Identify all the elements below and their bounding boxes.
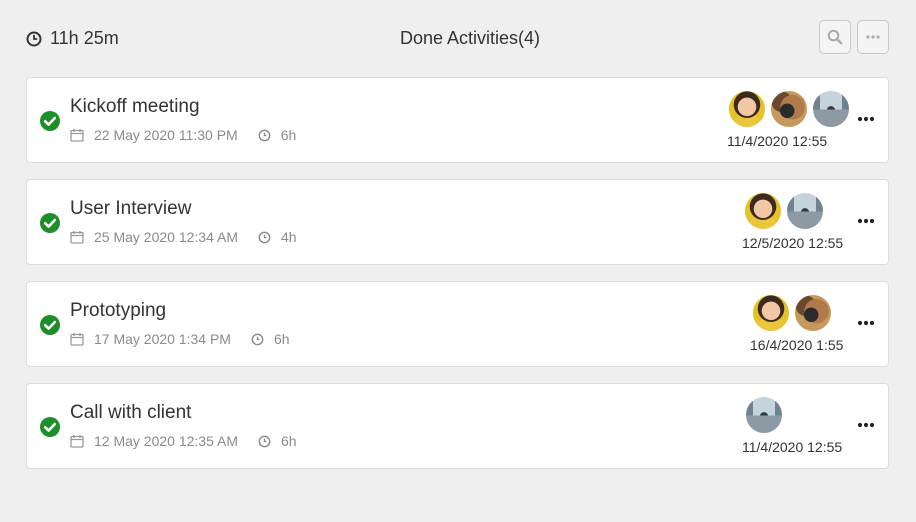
activity-updated: 16/4/2020 1:55 bbox=[750, 337, 844, 353]
activity-date: 25 May 2020 12:34 AM bbox=[94, 229, 238, 245]
activity-date: 17 May 2020 1:34 PM bbox=[94, 331, 231, 347]
assignee-avatars bbox=[745, 396, 783, 434]
avatar[interactable] bbox=[745, 396, 783, 434]
check-circle-icon bbox=[40, 315, 60, 335]
more-dots-icon bbox=[866, 35, 880, 39]
activity-date: 12 May 2020 12:35 AM bbox=[94, 433, 238, 449]
activity-title: User Interview bbox=[70, 198, 192, 219]
activity-meta: 12 May 2020 12:35 AM 6h bbox=[70, 433, 297, 449]
assignee-avatars bbox=[752, 294, 832, 332]
activity-title: Prototyping bbox=[70, 300, 167, 321]
avatar[interactable] bbox=[752, 294, 790, 332]
header-more-button[interactable] bbox=[857, 20, 889, 54]
activity-duration: 6h bbox=[280, 127, 297, 143]
check-circle-icon bbox=[40, 417, 60, 437]
header: 11h 25m Done Activities(4) bbox=[0, 0, 916, 78]
activity-list: Kickoff meeting 22 May 2020 11:30 PM 6h … bbox=[26, 77, 889, 485]
clock-icon bbox=[258, 231, 271, 243]
more-dots-icon[interactable] bbox=[856, 216, 876, 226]
activity-updated: 12/5/2020 12:55 bbox=[742, 235, 844, 251]
avatar[interactable] bbox=[744, 192, 782, 230]
assignee-avatars bbox=[728, 90, 850, 128]
avatar[interactable] bbox=[770, 90, 808, 128]
activity-card[interactable]: User Interview 25 May 2020 12:34 AM 4h 1… bbox=[26, 179, 889, 265]
calendar-icon bbox=[70, 435, 84, 448]
activity-title: Kickoff meeting bbox=[70, 96, 200, 117]
more-dots-icon[interactable] bbox=[856, 420, 876, 430]
clock-icon bbox=[258, 129, 271, 141]
search-icon bbox=[827, 29, 843, 45]
check-circle-icon bbox=[40, 213, 60, 233]
activity-updated: 11/4/2020 12:55 bbox=[742, 439, 843, 455]
more-dots-icon[interactable] bbox=[856, 318, 876, 328]
activity-meta: 17 May 2020 1:34 PM 6h bbox=[70, 331, 290, 347]
clock-icon bbox=[251, 333, 264, 345]
check-circle-icon bbox=[40, 111, 60, 131]
search-button[interactable] bbox=[819, 20, 851, 54]
avatar[interactable] bbox=[794, 294, 832, 332]
avatar[interactable] bbox=[812, 90, 850, 128]
assignee-avatars bbox=[744, 192, 824, 230]
activity-updated: 11/4/2020 12:55 bbox=[727, 133, 828, 149]
activity-meta: 22 May 2020 11:30 PM 6h bbox=[70, 127, 296, 143]
activity-title: Call with client bbox=[70, 402, 192, 423]
activity-duration: 6h bbox=[281, 433, 297, 449]
activity-date: 22 May 2020 11:30 PM bbox=[94, 127, 238, 143]
activity-duration: 6h bbox=[273, 331, 290, 347]
activity-card[interactable]: Prototyping 17 May 2020 1:34 PM 6h 16/4/… bbox=[26, 281, 889, 367]
calendar-icon bbox=[70, 231, 84, 244]
calendar-icon bbox=[70, 333, 84, 346]
avatar[interactable] bbox=[786, 192, 824, 230]
activity-meta: 25 May 2020 12:34 AM 4h bbox=[70, 229, 297, 245]
header-actions bbox=[819, 20, 889, 54]
more-dots-icon[interactable] bbox=[856, 114, 876, 124]
calendar-icon bbox=[70, 129, 84, 142]
activity-card[interactable]: Kickoff meeting 22 May 2020 11:30 PM 6h … bbox=[26, 77, 889, 163]
page-title: Done Activities(4) bbox=[399, 28, 541, 48]
avatar[interactable] bbox=[728, 90, 766, 128]
activity-duration: 4h bbox=[281, 229, 297, 245]
activity-card[interactable]: Call with client 12 May 2020 12:35 AM 6h… bbox=[26, 383, 889, 469]
clock-icon bbox=[258, 435, 271, 447]
